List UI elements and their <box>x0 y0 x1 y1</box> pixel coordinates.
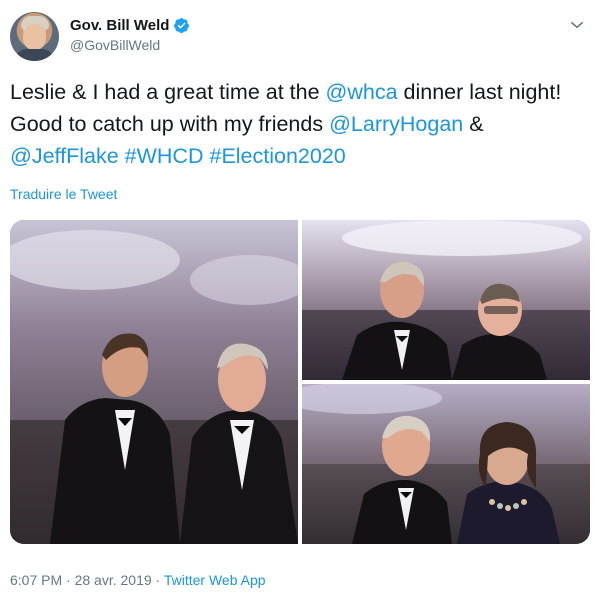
display-name[interactable]: Gov. Bill Weld <box>70 17 169 34</box>
verified-badge-icon <box>173 17 190 34</box>
photo-left[interactable] <box>10 220 298 544</box>
media-grid <box>10 220 590 544</box>
author-handle[interactable]: @GovBillWeld <box>70 37 190 53</box>
chevron-down-icon[interactable] <box>568 16 586 34</box>
hashtag-link-whcd[interactable]: #WHCD <box>125 144 204 168</box>
translate-tweet-link[interactable]: Traduire le Tweet <box>10 186 117 202</box>
tweet-source-link[interactable]: Twitter Web App <box>164 572 266 588</box>
avatar[interactable] <box>10 12 59 61</box>
tweet-meta: 6:07 PM · 28 avr. 2019 · Twitter Web App <box>10 572 266 588</box>
tweet-text-part: & <box>463 112 484 136</box>
mention-link-jeffflake[interactable]: @JeffFlake <box>10 144 119 168</box>
photo-bottom-right[interactable] <box>302 384 590 544</box>
display-name-row: Gov. Bill Weld <box>70 17 190 34</box>
tweet-header: Gov. Bill Weld @GovBillWeld <box>10 12 590 62</box>
hashtag-link-election2020[interactable]: #Election2020 <box>209 144 345 168</box>
tweet-text: Leslie & I had a great time at the @whca… <box>10 76 590 172</box>
tweet-text-part: Leslie & I had a great time at the <box>10 80 326 104</box>
tweet-timestamp[interactable]: 6:07 PM · 28 avr. 2019 <box>10 572 152 588</box>
meta-separator: · <box>151 572 164 588</box>
author-names: Gov. Bill Weld @GovBillWeld <box>70 17 190 53</box>
photo-top-right[interactable] <box>302 220 590 380</box>
mention-link-whca[interactable]: @whca <box>326 80 398 104</box>
mention-link-larryhogan[interactable]: @LarryHogan <box>329 112 463 136</box>
